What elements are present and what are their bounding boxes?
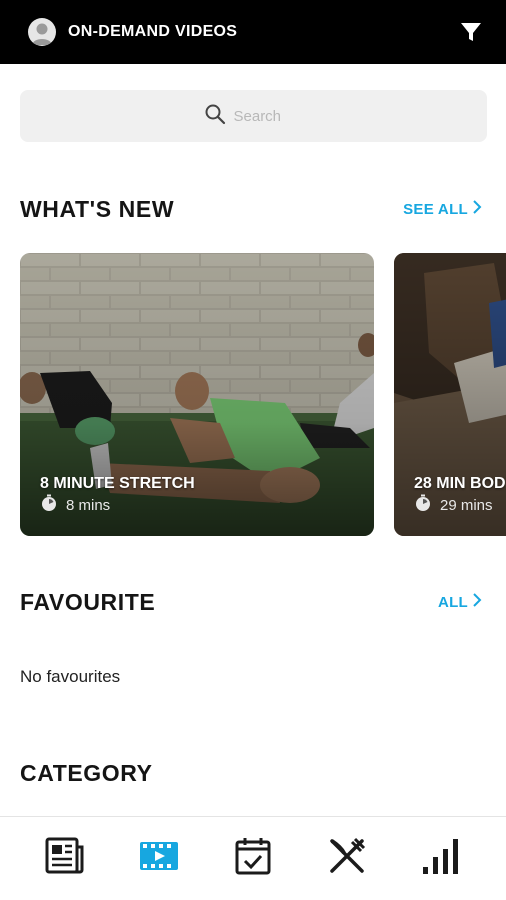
- chevron-right-icon: [472, 200, 482, 218]
- app-header: ON-DEMAND VIDEOS: [0, 0, 506, 64]
- duration-label: 8 mins: [66, 496, 111, 514]
- whats-new-carousel[interactable]: 8 MINUTE STRETCH 8 mins 28 MIN BOD 29 mi…: [20, 253, 506, 536]
- user-avatar-icon[interactable]: [28, 18, 56, 46]
- stopwatch-icon: [40, 494, 58, 516]
- video-title: 8 MINUTE STRETCH: [40, 475, 195, 492]
- video-title: 28 MIN BODY: [414, 475, 506, 492]
- nutrition-icon: [328, 837, 366, 880]
- calendar-check-icon: [235, 837, 271, 880]
- see-all-link[interactable]: SEE ALL: [403, 200, 482, 218]
- no-favourites-text: No favourites: [20, 667, 121, 686]
- stopwatch-icon: [414, 494, 432, 516]
- search-icon: [204, 103, 226, 130]
- all-label: ALL: [437, 593, 468, 611]
- video-duration: 29 mins: [414, 494, 493, 516]
- bottom-navigation: [0, 816, 506, 900]
- chevron-right-icon: [472, 593, 482, 611]
- stats-icon: [422, 837, 460, 880]
- nav-nutrition[interactable]: [317, 829, 377, 889]
- search-bar[interactable]: [20, 90, 487, 142]
- video-card[interactable]: 28 MIN BODY 29 mins: [394, 253, 506, 536]
- nav-schedule[interactable]: [223, 829, 283, 889]
- video-duration: 8 mins: [40, 494, 110, 516]
- video-icon: [139, 841, 179, 876]
- category-heading: CATEGORY: [20, 760, 153, 786]
- nav-news[interactable]: [35, 829, 95, 889]
- favourite-heading: FAVOURITE: [20, 589, 156, 615]
- search-input[interactable]: [233, 107, 304, 125]
- all-favourites-link[interactable]: ALL: [438, 593, 482, 611]
- see-all-label: SEE ALL: [403, 200, 468, 218]
- news-icon: [45, 837, 85, 880]
- nav-videos[interactable]: [129, 829, 189, 889]
- video-card[interactable]: 8 MINUTE STRETCH 8 mins: [20, 253, 374, 536]
- page-title: ON-DEMAND VIDEOS: [68, 23, 238, 40]
- filter-icon[interactable]: [456, 17, 486, 47]
- duration-label: 29 mins: [440, 496, 493, 514]
- whats-new-heading: WHAT'S NEW: [20, 196, 175, 222]
- nav-stats[interactable]: [411, 829, 471, 889]
